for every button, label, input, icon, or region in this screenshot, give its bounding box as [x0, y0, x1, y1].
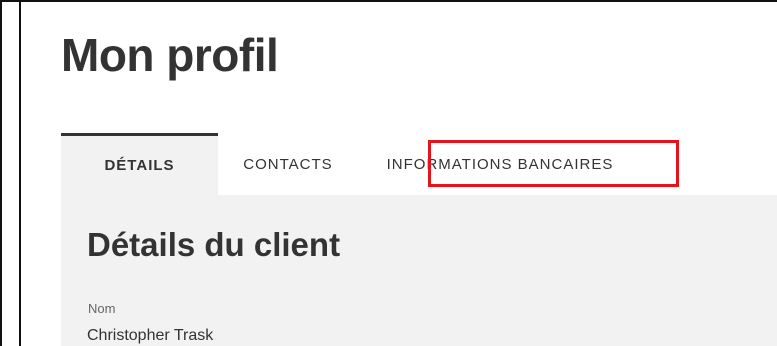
tab-informations-bancaires[interactable]: INFORMATIONS BANCAIRES: [370, 133, 630, 195]
name-field-label: Nom: [88, 301, 116, 316]
profile-tabs: DÉTAILS CONTACTS INFORMATIONS BANCAIRES: [61, 133, 630, 195]
tab-contacts[interactable]: CONTACTS: [218, 133, 358, 195]
name-field-value: Christopher Trask: [87, 327, 214, 344]
details-panel: [61, 195, 777, 346]
page-title: Mon profil: [61, 29, 279, 81]
section-title: Détails du client: [87, 226, 341, 263]
tab-details[interactable]: DÉTAILS: [61, 133, 218, 195]
frame-divider: [19, 0, 21, 346]
